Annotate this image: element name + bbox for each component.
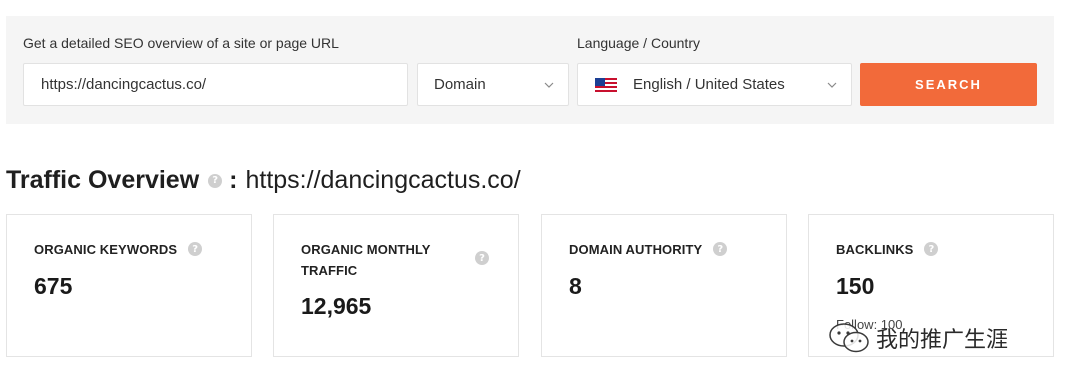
language-value: English / United States	[633, 76, 785, 93]
help-icon[interactable]: ?	[924, 242, 939, 256]
search-type-value: Domain	[434, 76, 486, 93]
us-flag-icon	[595, 77, 617, 92]
search-type-select[interactable]: Domain	[417, 63, 569, 106]
domain-authority-card: DOMAIN AUTHORITY ? 8	[541, 214, 787, 357]
help-icon[interactable]: ?	[713, 242, 728, 256]
help-icon[interactable]: ?	[188, 242, 203, 256]
card-title: DOMAIN AUTHORITY	[569, 242, 703, 257]
chevron-down-icon	[827, 80, 837, 90]
url-label: Get a detailed SEO overview of a site or…	[23, 35, 339, 51]
wechat-icon	[829, 323, 869, 353]
search-panel: Get a detailed SEO overview of a site or…	[6, 16, 1054, 124]
card-value: 12,965	[301, 293, 372, 319]
traffic-overview-heading: Traffic Overview ? : https://dancingcact…	[6, 166, 521, 195]
language-country-select[interactable]: English / United States	[577, 63, 852, 106]
card-title: ORGANIC KEYWORDS	[34, 242, 178, 257]
search-button[interactable]: SEARCH	[860, 63, 1037, 106]
language-label: Language / Country	[577, 35, 700, 51]
card-title: BACKLINKS	[836, 242, 914, 257]
title-colon: :	[229, 166, 238, 194]
url-input[interactable]: https://dancingcactus.co/	[23, 63, 408, 106]
organic-keywords-card: ORGANIC KEYWORDS ? 675	[6, 214, 252, 357]
card-value: 8	[569, 273, 582, 299]
watermark-text: 我的推广生涯	[876, 328, 1009, 353]
card-value: 675	[34, 273, 73, 299]
card-title: ORGANIC MONTHLY TRAFFIC	[301, 242, 431, 278]
chevron-down-icon	[544, 80, 554, 90]
card-value: 150	[836, 273, 875, 299]
organic-monthly-traffic-card: ORGANIC MONTHLY TRAFFIC ? 12,965	[273, 214, 519, 357]
watermark: 我的推广生涯	[828, 322, 1008, 354]
help-icon[interactable]: ?	[208, 173, 223, 188]
url-input-value: https://dancingcactus.co/	[41, 76, 207, 93]
help-icon[interactable]: ?	[475, 251, 489, 265]
page-title: Traffic Overview	[6, 166, 200, 194]
overview-url: https://dancingcactus.co/	[245, 166, 521, 194]
